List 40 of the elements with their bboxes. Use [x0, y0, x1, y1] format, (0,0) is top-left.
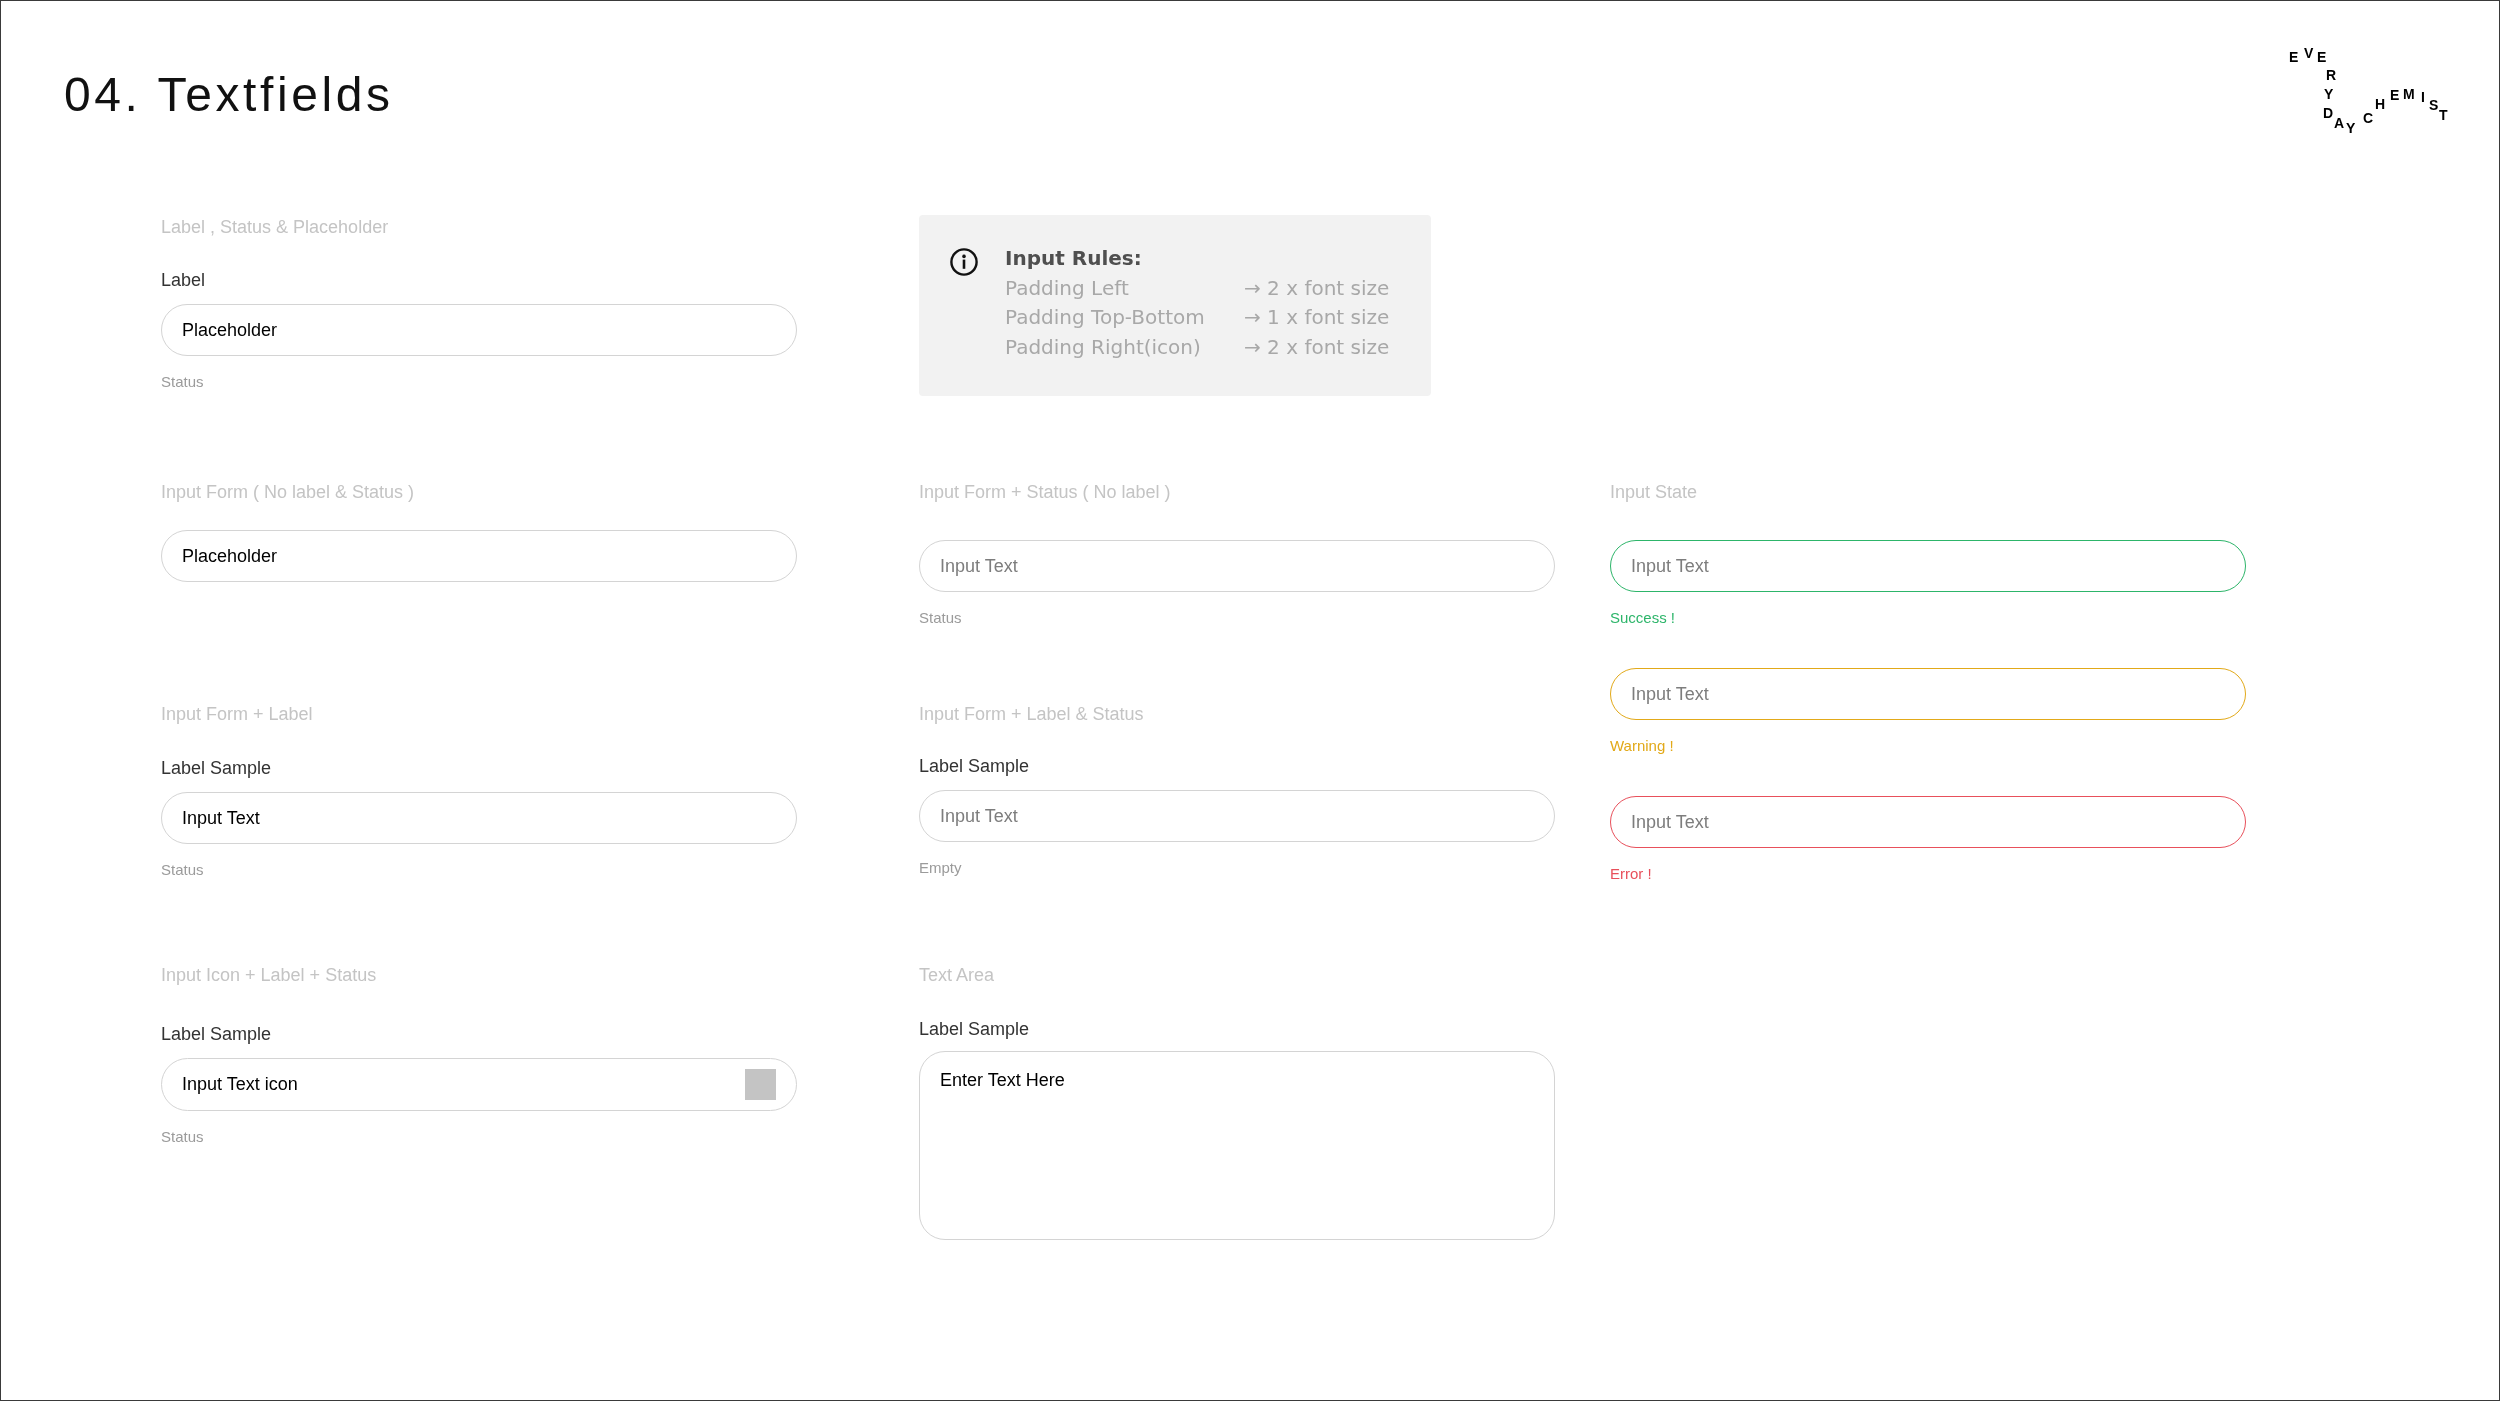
- section-heading: Text Area: [919, 964, 995, 987]
- logo: E V E R Y D AY C H E M I S T: [2288, 44, 2449, 138]
- rule-name: Padding Left: [1005, 274, 1130, 302]
- section-heading: Input Form + Label: [161, 703, 313, 726]
- field-label: Label Sample: [161, 1023, 273, 1046]
- field-label: Label Sample: [919, 755, 1031, 778]
- text-input[interactable]: Input Text: [1610, 668, 2246, 720]
- section-heading: Label , Status & Placeholder: [161, 216, 389, 239]
- section-heading: Input Form ( No label & Status ): [161, 481, 415, 504]
- field-label: Label: [161, 269, 207, 292]
- rule-value: → 2 x font size: [1244, 274, 1390, 302]
- status-text: Error !: [1610, 864, 1653, 884]
- status-text: Status: [161, 860, 205, 880]
- text-input[interactable]: Input Text icon: [161, 1058, 797, 1111]
- field-label: Label Sample: [161, 757, 273, 780]
- rule-name: Padding Top-Bottom: [1005, 304, 1206, 331]
- square-icon: [745, 1069, 776, 1100]
- status-text: Success !: [1610, 608, 1677, 628]
- status-text: Status: [919, 608, 963, 628]
- section-heading: Input State: [1610, 481, 1698, 504]
- rule-value: → 1 x font size: [1244, 304, 1390, 331]
- text-input[interactable]: Input Text: [1610, 796, 2246, 848]
- text-input[interactable]: Placeholder: [161, 530, 797, 582]
- status-text: Status: [161, 1127, 205, 1147]
- rule-name: Padding Right(icon): [1005, 333, 1202, 361]
- field-label: Label Sample: [919, 1018, 1031, 1041]
- text-area[interactable]: Enter Text Here: [919, 1051, 1555, 1240]
- info-title: Input Rules:: [1005, 245, 1143, 272]
- status-text: Empty: [919, 858, 963, 878]
- status-text: Status: [161, 372, 205, 392]
- text-input[interactable]: Placeholder: [161, 304, 797, 356]
- text-input[interactable]: Input Text: [161, 792, 797, 844]
- status-text: Warning !: [1610, 736, 1675, 756]
- section-heading: Input Icon + Label + Status: [161, 964, 377, 987]
- section-heading: Input Form + Label & Status: [919, 703, 1144, 726]
- section-heading: Input Form + Status ( No label ): [919, 481, 1171, 504]
- text-input[interactable]: Input Text: [1610, 540, 2246, 592]
- rule-value: → 2 x font size: [1244, 333, 1390, 361]
- page-title: 04. Textfields: [64, 71, 394, 119]
- info-icon: [950, 248, 978, 276]
